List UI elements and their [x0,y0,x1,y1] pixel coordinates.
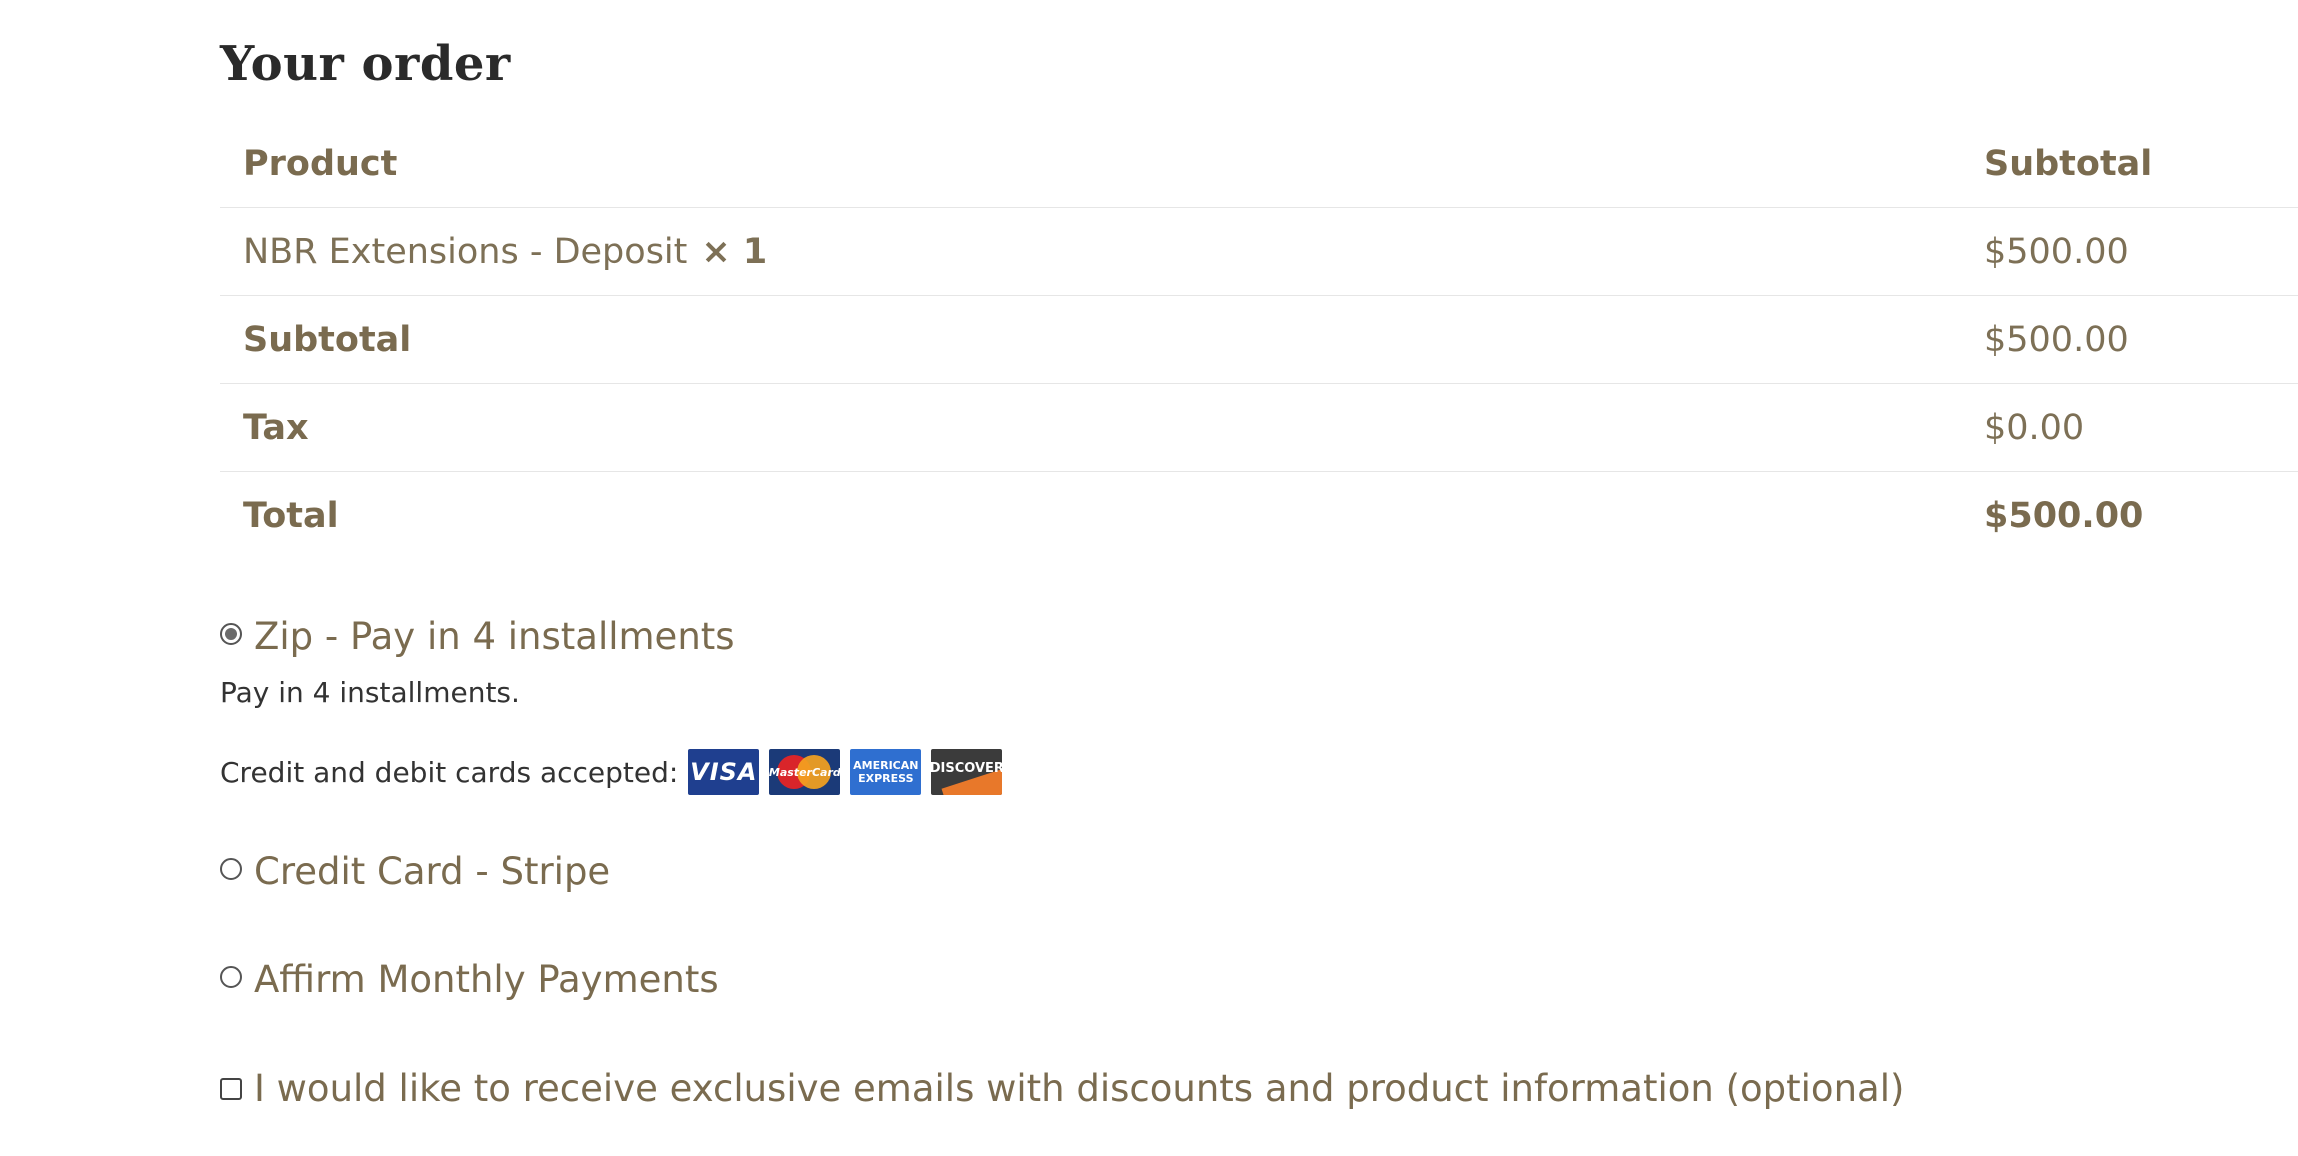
stripe-label: Credit Card - Stripe [254,850,611,893]
subtotal-label: Subtotal [243,320,412,360]
payment-option-stripe[interactable]: Credit Card - Stripe [220,850,610,893]
affirm-label: Affirm Monthly Payments [254,958,719,1001]
product-cell: NBR Extensions - Deposit × 1 [243,208,767,296]
tax-value: $0.00 [1984,408,2085,448]
column-header-product: Product [243,144,398,184]
product-price: $500.00 [1984,232,2129,272]
total-label: Total [243,496,339,536]
stripe-radio[interactable] [220,857,242,880]
table-header-row: Product Subtotal [220,120,2298,208]
subtotal-row: Subtotal $500.00 [220,296,2298,384]
total-value: $500.00 [1984,496,2144,536]
column-header-subtotal: Subtotal [1984,144,2153,184]
order-title: Your order [220,36,511,92]
newsletter-checkbox[interactable] [220,1077,242,1100]
newsletter-label: I would like to receive exclusive emails… [254,1067,1905,1110]
cards-label: Credit and debit cards accepted: [220,755,679,789]
newsletter-optin[interactable]: I would like to receive exclusive emails… [220,1067,1904,1110]
product-quantity: × 1 [701,232,768,272]
visa-icon: VISA [688,749,760,795]
payment-option-affirm[interactable]: Affirm Monthly Payments [220,958,719,1001]
zip-radio[interactable] [220,622,242,645]
payment-option-zip[interactable]: Zip - Pay in 4 installments [220,615,735,658]
zip-label: Zip - Pay in 4 installments [254,615,735,658]
affirm-radio[interactable] [220,965,242,988]
order-review: Your order Product Subtotal NBR Extensio… [220,0,2298,1156]
table-row: NBR Extensions - Deposit × 1 $500.00 [220,208,2298,296]
product-name: NBR Extensions - Deposit [243,232,688,272]
total-row: Total $500.00 [220,472,2298,560]
amex-icon: AMERICAN EXPRESS [850,749,922,795]
accepted-cards: Credit and debit cards accepted: VISA Ma… [220,749,1003,795]
tax-row: Tax $0.00 [220,384,2298,472]
zip-description: Pay in 4 installments. [220,676,520,709]
discover-icon: DISCOVER [931,749,1003,795]
tax-label: Tax [243,408,309,448]
mastercard-icon: MasterCard [769,749,841,795]
subtotal-value: $500.00 [1984,320,2129,360]
order-table: Product Subtotal NBR Extensions - Deposi… [220,120,2298,560]
